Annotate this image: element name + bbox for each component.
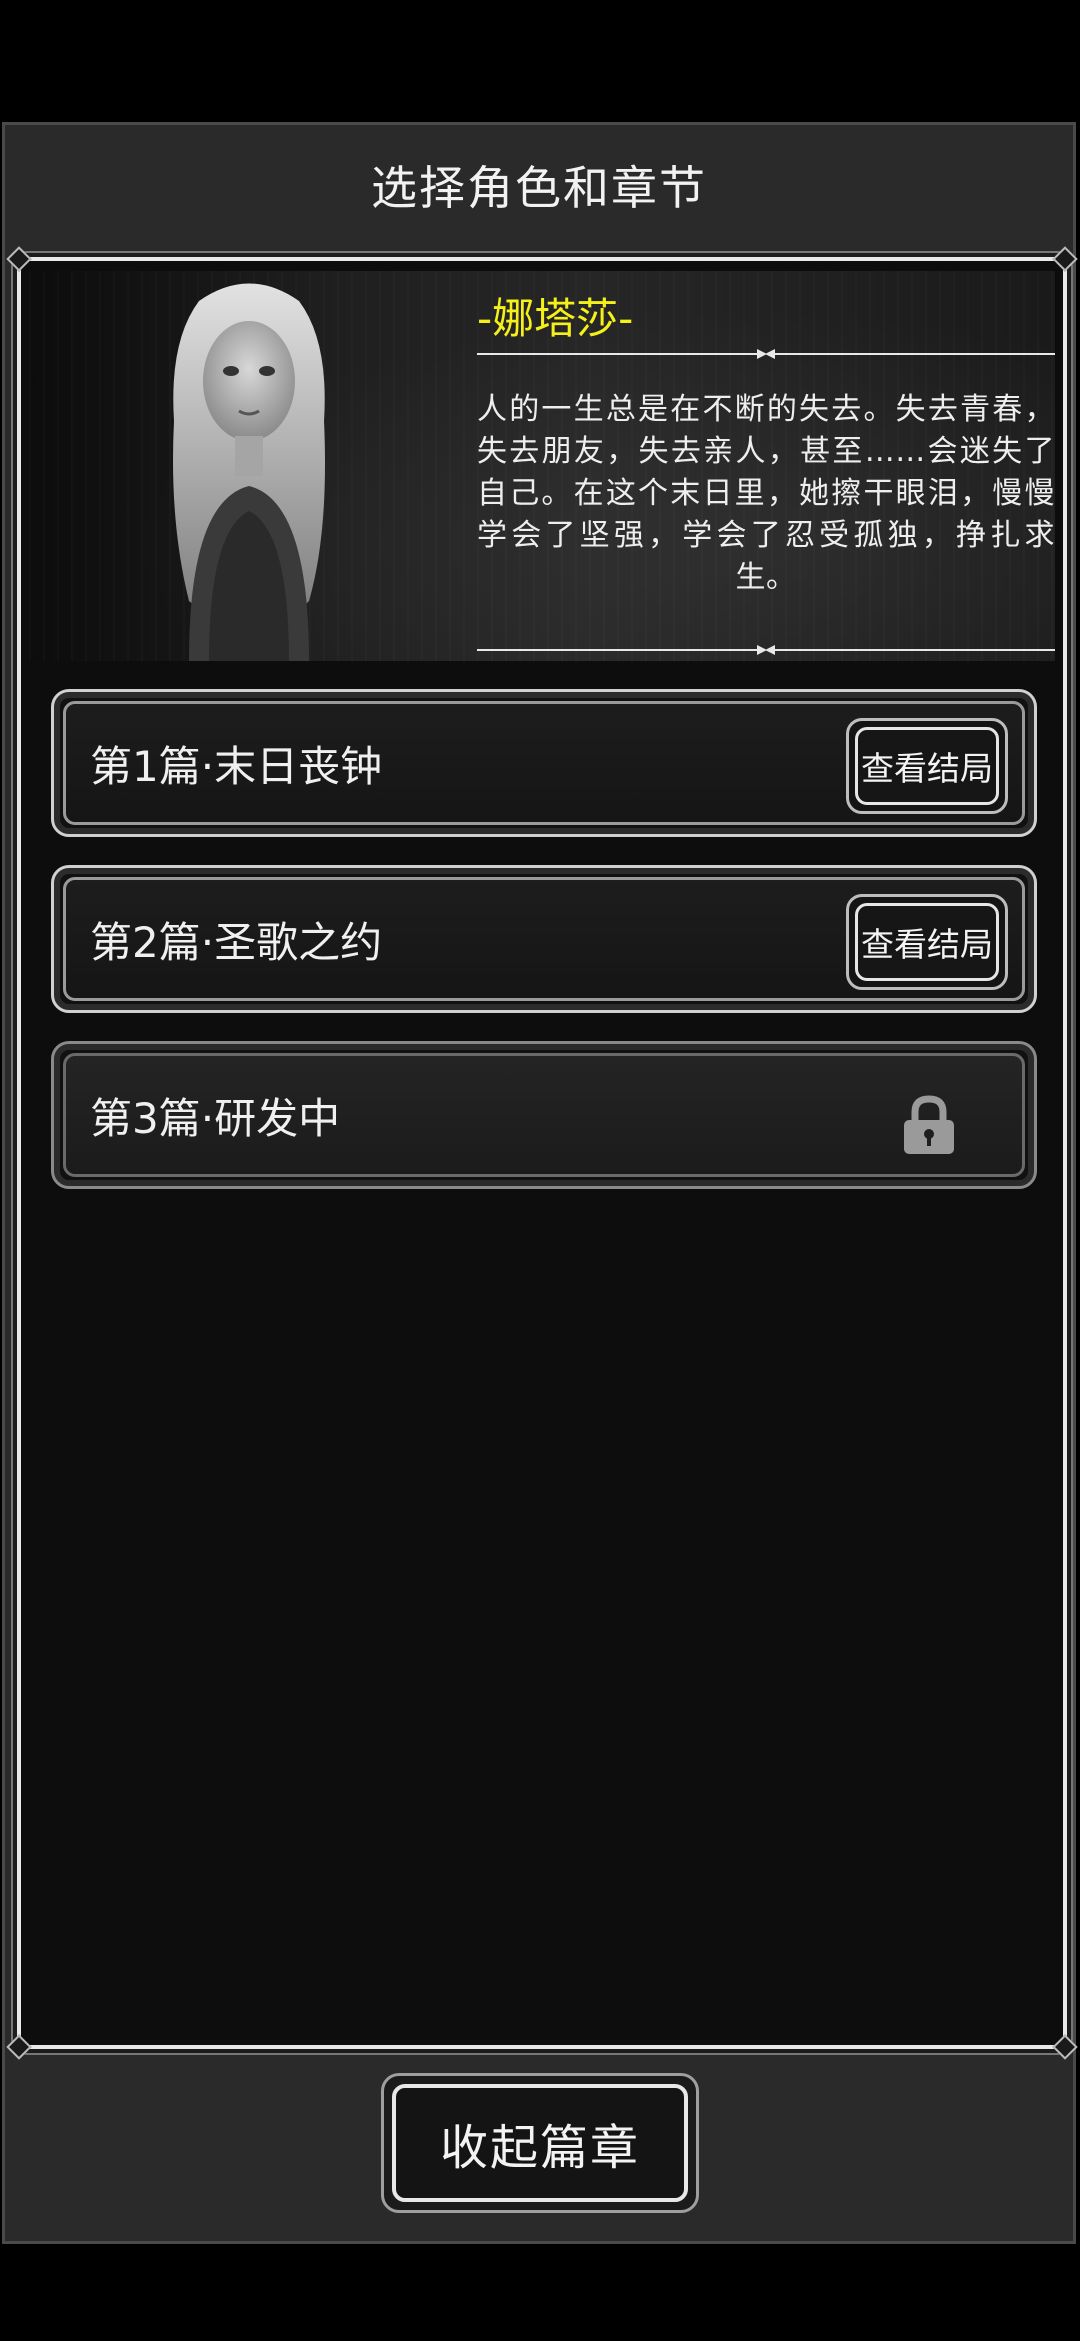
corner-ornament: [1052, 246, 1078, 272]
chapter-frame: 第1篇·末日丧钟 查看结局: [63, 701, 1025, 825]
page-title: 选择角色和章节: [371, 161, 707, 215]
chapter-item-2[interactable]: 第2篇·圣歌之约 查看结局: [51, 865, 1037, 1013]
view-ending-label: 查看结局: [855, 903, 999, 981]
character-name: -娜塔莎-: [477, 294, 634, 343]
chapter-panel: -娜塔莎- 人的一生总是在不断的失去。失去青春，失去朋友，失去亲人，甚至……会迷…: [6, 246, 1078, 2060]
chapter-title: 第1篇·末日丧钟: [90, 741, 383, 791]
chapter-item-1[interactable]: 第1篇·末日丧钟 查看结局: [51, 689, 1037, 837]
corner-ornament: [1052, 2034, 1078, 2060]
chapter-item-3-locked[interactable]: 第3篇·研发中: [51, 1041, 1037, 1189]
view-ending-button[interactable]: 查看结局: [846, 718, 1008, 814]
character-description: 人的一生总是在不断的失去。失去青春，失去朋友，失去亲人，甚至……会迷失了自己。在…: [477, 392, 1055, 595]
collapse-chapters-button[interactable]: 收起篇章: [381, 2073, 699, 2213]
view-ending-label: 查看结局: [855, 727, 999, 805]
chapter-title: 第3篇·研发中: [90, 1093, 341, 1143]
corner-ornament: [6, 2034, 32, 2060]
character-card[interactable]: -娜塔莎- 人的一生总是在不断的失去。失去青春，失去朋友，失去亲人，甚至……会迷…: [29, 271, 1055, 661]
chapter-frame: 第3篇·研发中: [63, 1053, 1025, 1177]
lock-icon: [904, 1095, 954, 1154]
collapse-chapters-label: 收起篇章: [392, 2084, 688, 2202]
chapter-title: 第2篇·圣歌之约: [90, 917, 383, 967]
corner-ornament: [6, 246, 32, 272]
ornament-divider: [477, 645, 1055, 655]
view-ending-button[interactable]: 查看结局: [846, 894, 1008, 990]
chapter-frame: 第2篇·圣歌之约 查看结局: [63, 877, 1025, 1001]
chapter-select-window: 选择角色和章节 -娜塔莎- 人的一生总是在不断的失去。失去青春，失去朋友，失去亲…: [2, 122, 1078, 2244]
ornament-divider: [477, 349, 1055, 359]
character-portrait: [173, 283, 325, 661]
